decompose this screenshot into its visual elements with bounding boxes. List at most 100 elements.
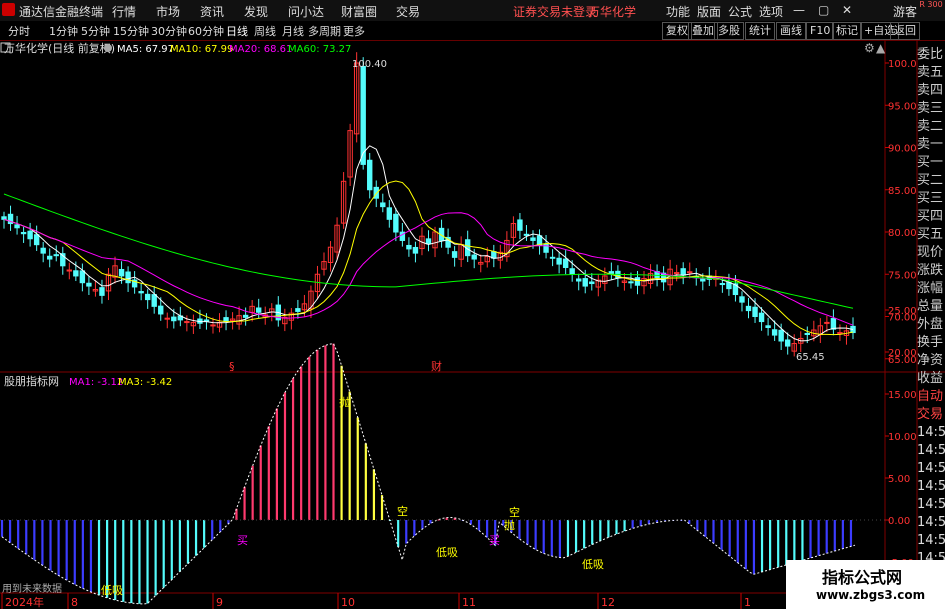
tab-daily[interactable]: 日线 [226,23,248,39]
menu-item-xuanxiang[interactable]: 选项 [759,3,783,20]
stats-button[interactable]: 统计 [745,22,775,40]
price-tick-label: 100.0 [888,59,917,70]
indicator-settings-icon[interactable] [104,44,112,52]
mark-button[interactable]: 标记 [832,22,862,40]
minimize-icon[interactable]: — [793,3,805,17]
candle-body [138,291,144,294]
indicator-tick-label: 20.00 [888,348,917,359]
tab-1min[interactable]: 1分钟 [49,23,78,39]
watermark-title: 指标公式网 [822,568,903,587]
event-marker-cai[interactable]: 财 [431,359,442,373]
annotation-kong-2: 空 [509,505,520,519]
f10-button[interactable]: F10 [806,22,835,40]
quote-panel-item[interactable]: 卖五 [917,64,945,82]
histogram-bar [801,520,804,561]
quote-panel-item[interactable]: 涨跌 [917,262,945,280]
user-label[interactable]: 游客 [893,3,917,20]
restore-icon[interactable]: ▢ [818,3,829,17]
quote-panel-item[interactable]: 总量 [917,298,945,316]
candle-body [549,256,556,259]
close-icon[interactable]: ✕ [842,3,852,17]
candle-body [824,321,830,324]
menu-item-wenxiaoda[interactable]: 问小达 [288,3,324,20]
quote-panel-item[interactable]: 卖二 [917,118,945,136]
tab-30min[interactable]: 30分钟 [151,23,187,39]
quote-panel-item[interactable]: 买四 [917,208,945,226]
histogram-bar [267,426,270,520]
menu-item-faxian[interactable]: 发现 [244,3,268,20]
ma10-line [3,180,854,336]
quote-panel-item[interactable]: 14:56 [917,424,945,442]
quote-panel-item[interactable]: 交易 [917,406,945,424]
quote-panel-item[interactable]: 自动 [917,388,945,406]
quote-panel-item[interactable]: 换手 [917,334,945,352]
quote-panel-item[interactable]: 14:56 [917,460,945,478]
tab-monthly[interactable]: 月线 [282,23,304,39]
chart-area[interactable]: 万华化学(日线 前复权) MA5: 67.97 MA10: 67.99 MA20… [0,40,945,609]
back-button[interactable]: 返回 [890,22,920,40]
tab-multi-period[interactable]: 多周期 [308,23,341,39]
quote-panel-item[interactable]: 14:56 [917,496,945,514]
quote-panel-item[interactable]: 14:56 [917,532,945,550]
candle-body [53,254,59,257]
quote-panel-item[interactable]: 外盘 [917,316,945,334]
panel-settings-icon[interactable]: ⚙ [864,41,875,55]
sub-ma3-label: MA3: -3.42 [118,377,172,388]
quote-panel-item[interactable]: 净资 [917,352,945,370]
candle-body [33,234,40,246]
histogram-bar [760,520,764,572]
trade-login-notice[interactable]: 证券交易未登录 [513,3,597,20]
menu-item-zixun[interactable]: 资讯 [200,3,224,20]
quote-panel-item[interactable]: 买二 [917,172,945,190]
candle-body [830,318,837,330]
panel-up-icon[interactable]: ▲ [876,41,886,55]
histogram-bar [194,520,198,556]
histogram-bar [639,520,642,527]
candle-body [758,312,765,323]
quote-panel-item[interactable]: 委比 [917,46,945,64]
quote-panel-item[interactable]: 卖一 [917,136,945,154]
quote-panel-item[interactable]: 买五 [917,226,945,244]
tab-weekly[interactable]: 周线 [254,23,276,39]
future-data-note: 用到未来数据 [2,582,62,595]
menu-item-shichang[interactable]: 市场 [156,3,180,20]
event-marker-s[interactable]: § [229,360,235,373]
menu-item-gongshi[interactable]: 公式 [728,3,752,20]
candle-body [256,307,262,313]
tab-15min[interactable]: 15分钟 [113,23,149,39]
sub-ma1-label: MA1: -3.12 [69,377,123,388]
tab-more[interactable]: 更多 [343,23,365,39]
draw-line-button[interactable]: 画线 [776,22,806,40]
multi-stock-button[interactable]: 多股 [714,22,744,40]
candle-body [752,306,758,318]
price-tick-label: 85.00 [888,186,917,197]
quote-panel-item[interactable]: 买一 [917,154,945,172]
quote-panel-item[interactable]: 14:56 [917,514,945,532]
menu-item-banmian[interactable]: 版面 [697,3,721,20]
menu-item-caifuquan[interactable]: 财富圈 [341,3,377,20]
quote-panel-item[interactable]: 卖四 [917,82,945,100]
quote-panel-item[interactable]: 14:56 [917,478,945,496]
candle-body [425,238,432,245]
quote-panel-item[interactable]: 涨幅 [917,280,945,298]
tab-60min[interactable]: 60分钟 [188,23,224,39]
menu-item-hangqing[interactable]: 行情 [112,3,136,20]
candle-body [739,296,745,303]
quote-panel-item[interactable]: 收益 [917,370,945,388]
candle-body [582,278,588,287]
menu-item-jiaoyi[interactable]: 交易 [396,3,420,20]
histogram-bar [793,520,796,563]
menu-item-gongneng[interactable]: 功能 [666,3,690,20]
histogram-bar [8,520,12,543]
candle-body [451,251,458,258]
histogram-bar [583,520,586,549]
candle-body [242,314,249,318]
tab-5min[interactable]: 5分钟 [81,23,110,39]
quote-panel-item[interactable]: 买三 [917,190,945,208]
histogram-bar [631,520,634,529]
tab-fenshi[interactable]: 分时 [8,23,30,39]
candle-body [608,271,615,274]
quote-panel-item[interactable]: 卖三 [917,100,945,118]
quote-panel-item[interactable]: 现价 [917,244,945,262]
quote-panel-item[interactable]: 14:56 [917,442,945,460]
